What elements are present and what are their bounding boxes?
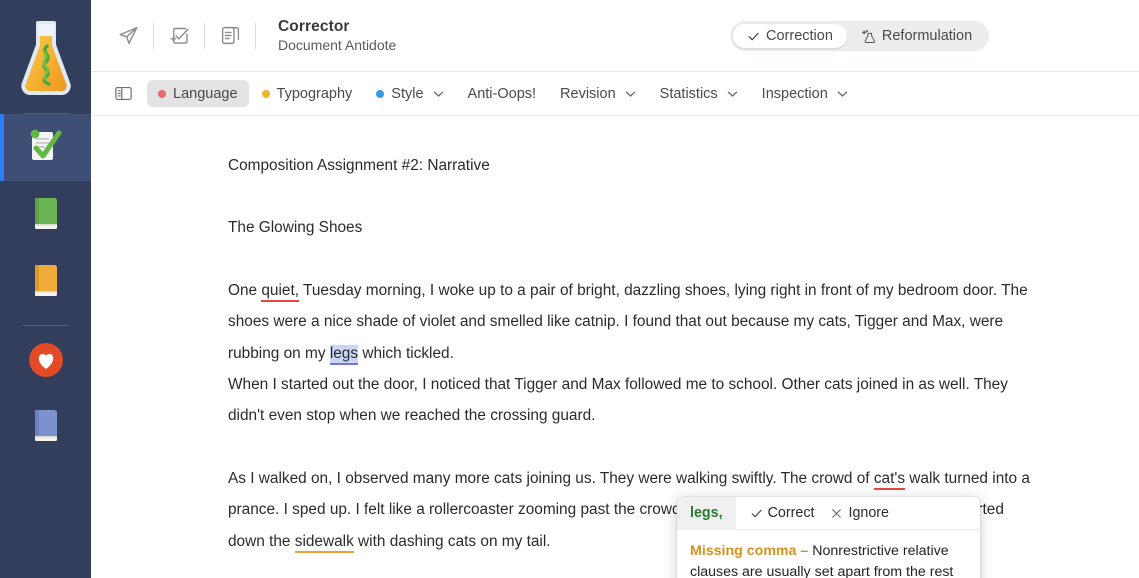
tab-language[interactable]: Language [147, 80, 249, 107]
correct-button[interactable]: Correct [736, 505, 821, 521]
check-icon [750, 507, 763, 520]
p3-text-a: As I walked on, I observed many more cat… [228, 470, 874, 487]
ignore-button[interactable]: Ignore [820, 505, 895, 521]
correct-button-label: Correct [768, 505, 815, 521]
error-legs-selected[interactable]: legs [330, 345, 358, 365]
tab-inspection[interactable]: Inspection [751, 80, 859, 107]
tab-revision[interactable]: Revision [549, 80, 647, 107]
page-title: Corrector [278, 17, 396, 36]
document-heading-line: Composition Assignment #2: Narrative [228, 150, 1039, 181]
rail-spacer [0, 315, 91, 325]
tab-language-label: Language [173, 86, 238, 102]
sidebar-item-orange-dictionary[interactable] [0, 248, 91, 315]
tab-inspection-label: Inspection [762, 86, 828, 102]
document-body: Composition Assignment #2: Narrative The… [91, 150, 1139, 557]
popup-error-label: Missing comma – [690, 543, 808, 559]
tab-typography[interactable]: Typography [251, 80, 364, 107]
sidebar-item-favorites[interactable] [0, 326, 91, 393]
add-check-icon[interactable] [162, 19, 196, 53]
tab-statistics-label: Statistics [660, 86, 718, 102]
blue-book-icon [29, 407, 63, 447]
header-divider-3 [255, 23, 256, 49]
chevron-down-icon [837, 90, 848, 98]
main-area: Corrector Document Antidote Correction [91, 0, 1139, 578]
tab-revision-label: Revision [560, 86, 616, 102]
p1-text-a: One [228, 282, 261, 299]
error-sidewalk[interactable]: sidewalk [295, 533, 354, 553]
sparkle-flask-icon [861, 29, 876, 44]
p2-text: When I started out the door, I noticed t… [228, 376, 1008, 424]
checked-document-icon [25, 128, 67, 168]
ignore-button-label: Ignore [848, 505, 889, 521]
flask-logo-icon [18, 18, 74, 96]
p3-text-c: with dashing cats on my tail. [354, 533, 551, 550]
document-canvas[interactable]: Composition Assignment #2: Narrative The… [91, 116, 1139, 578]
app-logo[interactable] [0, 0, 91, 113]
header-divider-1 [153, 23, 154, 49]
error-cats-apostrophe[interactable]: cat's [874, 470, 905, 490]
close-icon [830, 507, 843, 520]
chevron-down-icon [727, 90, 738, 98]
mode-reformulation[interactable]: Reformulation [847, 24, 986, 48]
chevron-down-icon [625, 90, 636, 98]
header-divider-2 [204, 23, 205, 49]
language-dot-icon [158, 90, 166, 98]
send-icon[interactable] [111, 19, 145, 53]
tab-anti-oops-label: Anti-Oops! [468, 86, 537, 102]
document-title-line: The Glowing Shoes [228, 212, 1039, 243]
mode-correction-label: Correction [766, 28, 833, 44]
tab-anti-oops[interactable]: Anti-Oops! [457, 80, 548, 107]
popup-suggestion[interactable]: legs, [677, 497, 736, 530]
tab-style[interactable]: Style [365, 80, 454, 107]
style-dot-icon [376, 90, 384, 98]
mode-correction[interactable]: Correction [733, 24, 847, 48]
green-book-icon [29, 195, 63, 235]
popup-header: legs, Correct Ignore [677, 497, 980, 530]
popup-explanation: Missing comma – Nonrestrictive relative … [677, 530, 980, 578]
document-paragraph-1: One quiet, Tuesday morning, I woke up to… [228, 275, 1039, 369]
sidebar-item-green-dictionary[interactable] [0, 181, 91, 248]
correction-popup[interactable]: legs, Correct Ignore M [677, 497, 980, 578]
copy-documents-icon[interactable] [213, 19, 247, 53]
left-rail [0, 0, 91, 578]
check-icon [747, 30, 760, 43]
orange-book-icon [29, 262, 63, 302]
mode-reformulation-label: Reformulation [882, 28, 972, 44]
mode-switch: Correction Reformulation [730, 21, 989, 51]
app-window: Corrector Document Antidote Correction [0, 0, 1139, 578]
document-meta: Corrector Document Antidote [278, 17, 396, 55]
tab-bar: Language Typography Style Anti-Oops! Rev… [91, 72, 1139, 116]
sidebar-panel-icon[interactable] [109, 81, 137, 107]
tab-style-label: Style [391, 86, 423, 102]
sidebar-item-corrector[interactable] [0, 114, 91, 181]
document-paragraph-2: When I started out the door, I noticed t… [228, 369, 1039, 432]
document-subtitle: Document Antidote [278, 37, 396, 55]
heart-icon [26, 340, 66, 380]
p1-text-c: which tickled. [358, 345, 454, 362]
chevron-down-icon [433, 90, 444, 98]
tab-statistics[interactable]: Statistics [649, 80, 749, 107]
sidebar-item-blue-guide[interactable] [0, 393, 91, 460]
typography-dot-icon [262, 90, 270, 98]
app-header: Corrector Document Antidote Correction [91, 0, 1139, 72]
tab-typography-label: Typography [277, 86, 353, 102]
error-quiet-comma[interactable]: quiet, [261, 282, 299, 302]
